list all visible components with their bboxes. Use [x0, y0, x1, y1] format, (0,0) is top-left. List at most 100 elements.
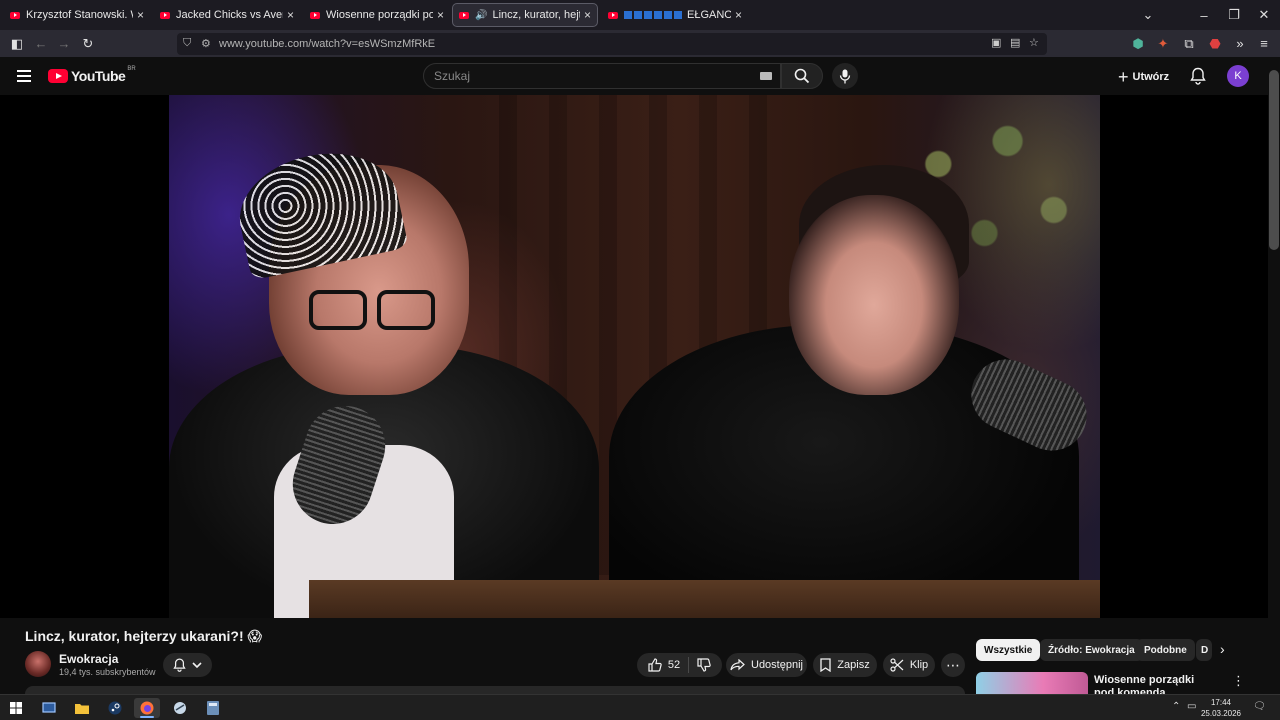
extension-shield-icon[interactable]: ⬢: [1127, 33, 1149, 54]
thumbs-down-icon: [697, 658, 711, 672]
clip-label: Klip: [909, 659, 929, 671]
tab-list-chevron-icon[interactable]: ⌄: [1128, 0, 1168, 30]
forward-arrow-icon[interactable]: →: [53, 33, 75, 54]
wooden-table: [309, 580, 1100, 618]
tab-title: Krzysztof Stanowski. W jakiej sp: [26, 9, 133, 21]
file-explorer-icon[interactable]: [69, 698, 95, 718]
url-bar[interactable]: ⛉ ⚙ www.youtube.com/watch?v=esWSmzMfRkE …: [177, 33, 1047, 55]
task-view-icon[interactable]: [36, 698, 62, 718]
menu-hamburger-icon[interactable]: ≡: [1253, 33, 1275, 54]
video-frame[interactable]: [169, 95, 1100, 618]
browser-tab[interactable]: Wiosenne porządki pod komen ×: [304, 3, 450, 27]
voice-search-button[interactable]: [832, 63, 858, 89]
overflow-chevrons-icon[interactable]: »: [1229, 33, 1251, 54]
plus-icon: +: [1118, 66, 1129, 87]
like-count: 52: [667, 659, 681, 671]
notifications-button[interactable]: [1190, 67, 1206, 90]
more-actions-button[interactable]: ⋯: [941, 653, 965, 677]
close-tab-icon[interactable]: ×: [584, 8, 591, 22]
search-button[interactable]: [781, 63, 823, 89]
recommendation-title[interactable]: Wiosenne porządki pod komenda: [1094, 674, 1214, 694]
bell-icon: [173, 658, 186, 672]
search-placeholder: Szukaj: [434, 69, 471, 83]
browser-tab[interactable]: EŁGANOWO: D ×: [602, 3, 748, 27]
close-tab-icon[interactable]: ×: [287, 8, 294, 22]
tab-title: Wiosenne porządki pod komen: [326, 9, 433, 21]
sidebar-toggle-icon[interactable]: ◧: [6, 33, 28, 54]
chip-related[interactable]: Podobne: [1136, 639, 1195, 661]
clip-button[interactable]: Klip: [883, 653, 935, 677]
browser-tab-active[interactable]: 🔊 Lincz, kurator, hejterzy ukar ×: [452, 3, 598, 27]
person-right-head: [789, 195, 959, 395]
system-clock[interactable]: 17:44 25.03.2026: [1198, 697, 1244, 719]
thumbs-up-icon: [648, 658, 662, 672]
close-window-icon[interactable]: ✕: [1244, 0, 1280, 30]
youtube-favicon-icon: [10, 11, 20, 19]
app-icon-wings[interactable]: [167, 698, 193, 718]
close-tab-icon[interactable]: ×: [735, 8, 742, 22]
bookmark-star-icon[interactable]: ☆: [1029, 36, 1039, 49]
like-button[interactable]: 52: [648, 657, 690, 673]
extensions-puzzle-icon[interactable]: ⧉: [1178, 33, 1200, 54]
clock-time: 17:44: [1210, 698, 1232, 707]
youtube-favicon-icon: [459, 11, 469, 19]
calculator-icon[interactable]: [200, 698, 226, 718]
reader-view-icon[interactable]: ▤: [1010, 36, 1020, 49]
bell-icon: [1190, 67, 1206, 85]
browser-tab-strip: Krzysztof Stanowski. W jakiej sp × Jacke…: [0, 0, 1280, 30]
subscriber-count: 19,4 tys. subskrybentów: [59, 667, 156, 677]
share-icon: [730, 659, 745, 671]
glasses: [309, 290, 439, 332]
extension-fox-icon[interactable]: ✦: [1152, 33, 1174, 54]
close-tab-icon[interactable]: ×: [437, 8, 444, 22]
youtube-logo[interactable]: YouTube BR: [48, 66, 136, 84]
channel-avatar[interactable]: [25, 651, 51, 677]
youtube-header: YouTube BR Szukaj + Utwórz K: [0, 57, 1268, 95]
scissors-icon: [890, 658, 904, 672]
recommendation-thumbnail[interactable]: [976, 672, 1088, 694]
close-tab-icon[interactable]: ×: [137, 8, 144, 22]
url-text: www.youtube.com/watch?v=esWSmzMfRkE: [219, 38, 436, 50]
scrollbar-thumb[interactable]: [1269, 70, 1279, 250]
chip-all[interactable]: Wszystkie: [976, 639, 1041, 661]
more-vertical-icon[interactable]: ⋮: [1232, 673, 1245, 689]
create-button[interactable]: + Utwórz: [1118, 66, 1169, 88]
notification-center-icon[interactable]: 🗨: [1253, 701, 1266, 712]
chip-truncated[interactable]: D: [1196, 639, 1212, 661]
browser-tab[interactable]: Krzysztof Stanowski. W jakiej sp ×: [4, 3, 150, 27]
description-box[interactable]: [25, 686, 965, 694]
extension-badge-icon[interactable]: ⬣: [1204, 33, 1226, 54]
search-icon: [794, 68, 810, 84]
browser-tab[interactable]: Jacked Chicks vs Average Joes | ×: [154, 3, 300, 27]
chevron-right-icon[interactable]: ›: [1220, 641, 1225, 657]
speaker-icon[interactable]: 🔊: [475, 10, 487, 21]
page-settings-icon[interactable]: ⚙: [201, 37, 211, 50]
steam-icon[interactable]: [102, 698, 128, 718]
browser-navbar: ◧ ← → ↻ ⛉ ⚙ www.youtube.com/watch?v=esWS…: [0, 30, 1280, 57]
bookmark-icon: [820, 658, 831, 672]
share-button[interactable]: Udostępnij: [726, 653, 807, 677]
tray-overflow-chevron-icon[interactable]: ⌃: [1172, 701, 1180, 712]
account-avatar[interactable]: K: [1227, 65, 1249, 87]
keyboard-icon[interactable]: [760, 72, 772, 80]
video-player-area[interactable]: [0, 95, 1268, 618]
channel-name[interactable]: Ewokracja: [59, 652, 118, 666]
back-arrow-icon[interactable]: ←: [30, 33, 52, 54]
create-label: Utwórz: [1132, 71, 1170, 83]
video-title: Lincz, kurator, hejterzy ukarani?! 😱: [25, 628, 263, 644]
shield-icon[interactable]: ⛉: [183, 37, 191, 50]
tab-title: Jacked Chicks vs Average Joes |: [176, 9, 283, 21]
guide-menu-icon[interactable]: [17, 70, 31, 82]
windows-start-icon[interactable]: [3, 698, 29, 718]
dislike-button[interactable]: [689, 658, 711, 672]
picture-in-picture-icon[interactable]: ▣: [991, 36, 1001, 49]
firefox-icon[interactable]: [134, 698, 160, 718]
save-button[interactable]: Zapisz: [813, 653, 877, 677]
chip-source[interactable]: Źródło: Ewokracja: [1040, 639, 1143, 661]
emoji-squares-icon: [624, 11, 684, 19]
search-input[interactable]: Szukaj: [423, 63, 781, 89]
network-icon[interactable]: ▭: [1187, 701, 1196, 712]
reload-icon[interactable]: ↻: [77, 33, 99, 54]
subscription-notification-button[interactable]: [163, 653, 212, 677]
logo-text: YouTube: [71, 68, 126, 84]
